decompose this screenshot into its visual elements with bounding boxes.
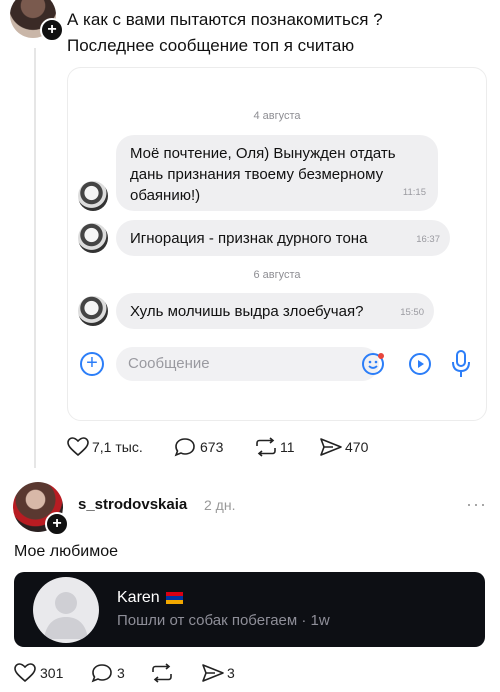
date-separator: 4 августа: [253, 110, 301, 122]
quoted-message-card[interactable]: Karen Пошли от собак побегаем · 1w: [14, 572, 485, 647]
shares-count: 470: [345, 439, 369, 455]
more-options-icon[interactable]: ···: [466, 494, 487, 515]
message-time: 11:15: [402, 187, 426, 198]
message-text-line: Моё почтение, Оля) Вынужден отдать: [130, 145, 396, 162]
repost-icon[interactable]: [254, 437, 278, 462]
date-separator: 6 августа: [253, 269, 301, 281]
message-text-line: дань признания твоему безмерному: [130, 166, 384, 183]
thread-line: [34, 48, 36, 468]
follow-plus-icon[interactable]: +: [40, 18, 64, 42]
like-icon[interactable]: [14, 663, 36, 688]
add-attachment-icon[interactable]: +: [80, 352, 104, 376]
like-icon[interactable]: [67, 437, 89, 462]
message-bubble: Моё почтение, Оля) Вынужден отдать дань …: [116, 135, 438, 211]
comment-icon[interactable]: [91, 663, 113, 688]
sender-avatar: [78, 296, 108, 326]
comment-icon[interactable]: [174, 437, 196, 462]
post1-text-line2: Последнее сообщение топ я считаю: [67, 36, 355, 55]
comments-count: 673: [200, 439, 224, 455]
username[interactable]: s_strodovskaia: [78, 496, 187, 513]
message-bubble: Хуль молчишь выдра злоебучая? 15:50: [116, 293, 434, 329]
message-text-line: обаянию!): [130, 187, 201, 204]
card-message: Пошли от собак побегаем · 1w: [117, 612, 330, 629]
shares-count: 3: [227, 665, 235, 681]
sender-avatar: [78, 223, 108, 253]
microphone-icon[interactable]: [450, 349, 472, 379]
message-input[interactable]: Сообщение: [116, 347, 379, 381]
repost-icon[interactable]: [150, 663, 174, 688]
post-age: 2 дн.: [204, 497, 236, 513]
contact-name: Karen: [117, 589, 160, 606]
likes-count: 301: [40, 665, 64, 681]
sticker-icon[interactable]: [361, 352, 385, 376]
message-time: 15:50: [400, 307, 424, 318]
share-icon[interactable]: [201, 663, 225, 688]
reposts-count: 11: [280, 439, 295, 455]
comments-count: 3: [117, 665, 125, 681]
chat-screenshot[interactable]: 4 августа Моё почтение, Оля) Вынужден от…: [67, 67, 487, 421]
post2-text: Мое любимое: [14, 543, 118, 560]
play-icon[interactable]: [408, 352, 432, 376]
likes-count: 7,1 тыс.: [92, 439, 143, 455]
message-time: 16:37: [416, 234, 440, 245]
share-icon[interactable]: [319, 437, 343, 462]
message-bubble: Игнорация - признак дурного тона 16:37: [116, 220, 450, 256]
follow-plus-icon[interactable]: +: [45, 512, 69, 536]
armenia-flag-icon: [166, 592, 183, 604]
post1-text-line1: А как с вами пытаются познакомиться ?: [67, 10, 383, 29]
message-text: Хуль молчишь выдра злоебучая?: [130, 303, 364, 320]
default-avatar-icon: [33, 577, 99, 643]
sender-avatar: [78, 181, 108, 211]
message-text: Игнорация - признак дурного тона: [130, 230, 368, 247]
